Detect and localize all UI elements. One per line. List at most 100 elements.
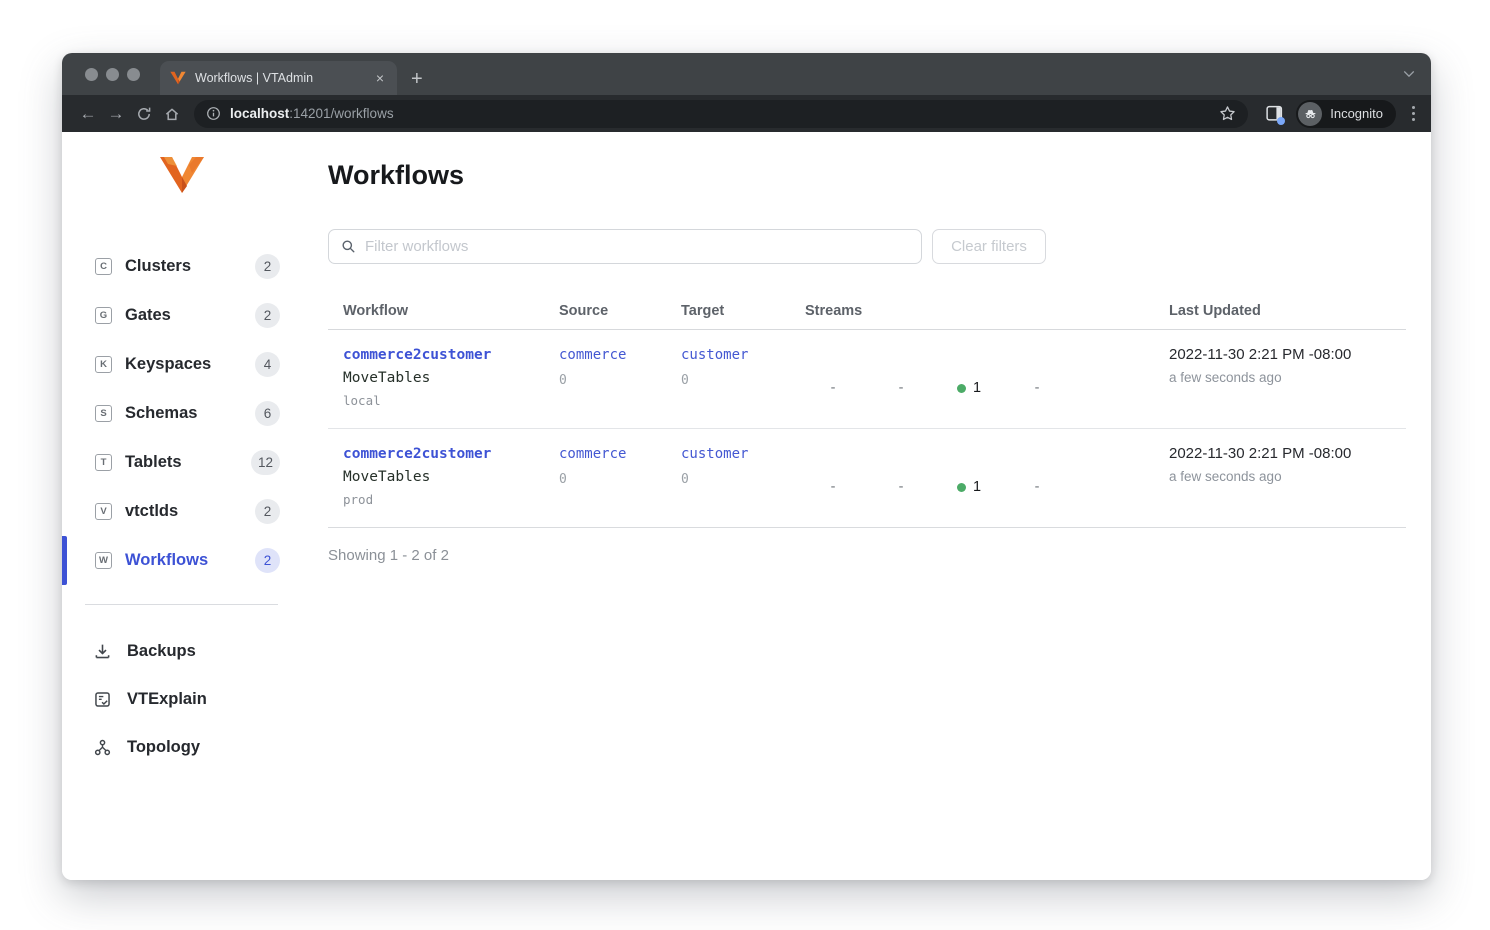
source-keyspace-link[interactable]: commerce: [559, 446, 626, 462]
target-keyspace-link[interactable]: customer: [681, 347, 748, 363]
target-keyspace-link[interactable]: customer: [681, 446, 748, 462]
vitess-favicon: [170, 71, 186, 85]
back-button[interactable]: ←: [74, 100, 102, 128]
home-icon: [164, 106, 180, 122]
browser-menu-button[interactable]: [1408, 102, 1419, 125]
window-controls: [85, 68, 140, 81]
vtexplain-icon: [93, 690, 112, 709]
clusters-icon: C: [95, 258, 112, 275]
table-row: commerce2customer MoveTables prod commer…: [328, 429, 1406, 528]
last-updated-date: 2022-11-30 2:21 PM -08:00: [1169, 346, 1391, 363]
workflow-link[interactable]: commerce2customer: [343, 446, 491, 462]
search-icon: [341, 239, 356, 254]
col-header-target: Target: [666, 297, 790, 329]
count-badge: 4: [255, 352, 280, 377]
home-button[interactable]: [158, 100, 186, 128]
side-panel-dot: [1277, 117, 1285, 125]
active-indicator: [62, 536, 67, 585]
sidebar-item-backups[interactable]: Backups: [62, 627, 302, 675]
col-header-streams: Streams: [790, 297, 1154, 329]
table-row: commerce2customer MoveTables local comme…: [328, 330, 1406, 429]
stream-count: -: [867, 348, 935, 428]
sidebar-item-clusters[interactable]: C Clusters 2: [62, 242, 302, 291]
bookmark-star-icon[interactable]: [1219, 105, 1236, 122]
workflow-type: MoveTables: [343, 370, 529, 386]
window-zoom-button[interactable]: [127, 68, 140, 81]
stream-count-running: 1: [935, 348, 1003, 428]
streams-cell: - - 1 -: [790, 429, 1154, 527]
sidebar-item-vtctlds[interactable]: V vtctlds 2: [62, 487, 302, 536]
sidebar: C Clusters 2 G Gates 2 K Keyspaces 4 S S…: [62, 132, 302, 880]
col-header-last-updated: Last Updated: [1154, 297, 1406, 329]
vitess-logo: [159, 150, 205, 200]
vtctlds-icon: V: [95, 503, 112, 520]
url-text: localhost:14201/workflows: [230, 106, 394, 121]
running-dot-icon: [957, 384, 966, 393]
sidebar-item-topology[interactable]: Topology: [62, 723, 302, 771]
sidebar-item-workflows[interactable]: W Workflows 2: [62, 536, 302, 585]
page-title: Workflows: [328, 160, 1406, 191]
stream-count: -: [799, 348, 867, 428]
sidebar-item-gates[interactable]: G Gates 2: [62, 291, 302, 340]
new-tab-button[interactable]: +: [411, 69, 423, 89]
window-close-button[interactable]: [85, 68, 98, 81]
filter-row: Clear filters: [328, 229, 1406, 264]
last-updated-cell: 2022-11-30 2:21 PM -08:00 a few seconds …: [1154, 429, 1406, 527]
count-badge: 2: [255, 499, 280, 524]
chevron-down-icon[interactable]: [1402, 67, 1416, 81]
last-updated-date: 2022-11-30 2:21 PM -08:00: [1169, 445, 1391, 462]
address-bar[interactable]: localhost:14201/workflows: [194, 100, 1248, 128]
workflow-cluster: prod: [343, 492, 529, 507]
incognito-icon: [1303, 106, 1318, 121]
incognito-badge: Incognito: [1296, 100, 1396, 128]
sidebar-item-keyspaces[interactable]: K Keyspaces 4: [62, 340, 302, 389]
workflow-link[interactable]: commerce2customer: [343, 347, 491, 363]
clear-filters-button[interactable]: Clear filters: [932, 229, 1046, 264]
window-minimize-button[interactable]: [106, 68, 119, 81]
last-updated-relative: a few seconds ago: [1169, 469, 1391, 484]
tab-strip: Workflows | VTAdmin × +: [62, 53, 1431, 95]
workflow-cluster: local: [343, 393, 529, 408]
tab-close-icon[interactable]: ×: [373, 70, 387, 86]
sidebar-tools: Backups VTExplain: [62, 627, 302, 771]
tab-title: Workflows | VTAdmin: [195, 71, 373, 85]
target-cell: customer 0: [666, 330, 790, 428]
count-badge: 2: [255, 254, 280, 279]
sidebar-item-vtexplain[interactable]: VTExplain: [62, 675, 302, 723]
url-host: localhost: [230, 106, 289, 121]
count-badge: 12: [251, 450, 280, 475]
stream-count-running: 1: [935, 447, 1003, 527]
reload-icon: [136, 106, 152, 122]
topology-icon: [93, 738, 112, 757]
workflow-cell: commerce2customer MoveTables local: [328, 330, 544, 428]
browser-tab[interactable]: Workflows | VTAdmin ×: [160, 61, 397, 95]
sidebar-item-tablets[interactable]: T Tablets 12: [62, 438, 302, 487]
count-badge: 2: [255, 303, 280, 328]
sidebar-item-schemas[interactable]: S Schemas 6: [62, 389, 302, 438]
source-cell: commerce 0: [544, 330, 666, 428]
forward-button[interactable]: →: [102, 100, 130, 128]
results-summary: Showing 1 - 2 of 2: [328, 547, 1406, 564]
page-content: C Clusters 2 G Gates 2 K Keyspaces 4 S S…: [62, 132, 1431, 880]
filter-workflows-input[interactable]: [365, 238, 909, 255]
gates-icon: G: [95, 307, 112, 324]
browser-window: Workflows | VTAdmin × + ← →: [62, 53, 1431, 880]
workflow-type: MoveTables: [343, 469, 529, 485]
source-keyspace-link[interactable]: commerce: [559, 347, 626, 363]
reload-button[interactable]: [130, 100, 158, 128]
target-cell: customer 0: [666, 429, 790, 527]
incognito-label: Incognito: [1330, 106, 1383, 121]
schemas-icon: S: [95, 405, 112, 422]
col-header-workflow: Workflow: [328, 297, 544, 329]
count-badge: 2: [255, 548, 280, 573]
sidebar-divider: [85, 604, 278, 605]
last-updated-relative: a few seconds ago: [1169, 370, 1391, 385]
browser-toolbar: ← → localhost:14201/workflows: [62, 95, 1431, 132]
source-cell: commerce 0: [544, 429, 666, 527]
workflows-icon: W: [95, 552, 112, 569]
col-header-source: Source: [544, 297, 666, 329]
target-shards: 0: [681, 472, 775, 487]
site-info-icon[interactable]: [206, 106, 221, 121]
stream-count: -: [1003, 447, 1071, 527]
side-panel-button[interactable]: [1262, 102, 1286, 126]
